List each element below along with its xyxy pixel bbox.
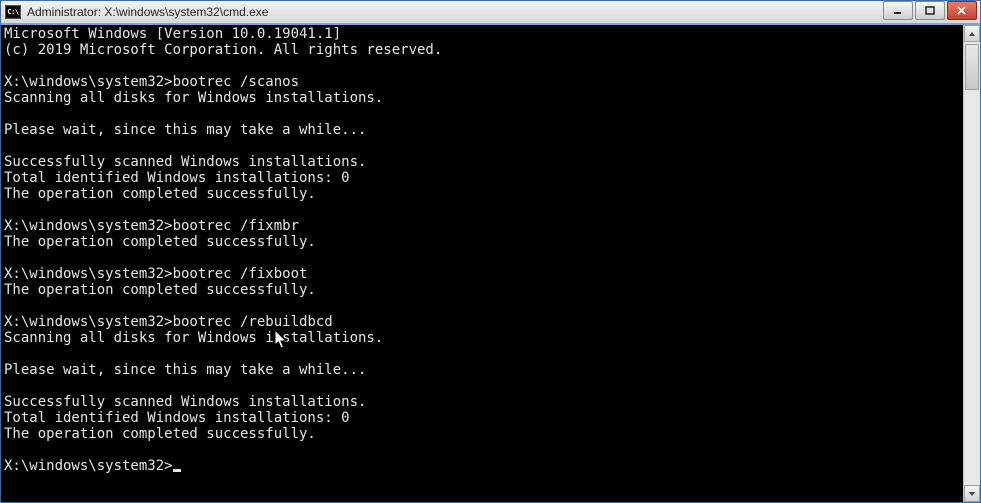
scroll-track[interactable] bbox=[964, 42, 980, 485]
text-cursor bbox=[173, 469, 181, 472]
cmd-3: bootrec /fixboot bbox=[173, 266, 308, 282]
done-3: The operation completed successfully. bbox=[4, 282, 316, 298]
done-1c: The operation completed successfully. bbox=[4, 186, 316, 202]
done-4c: The operation completed successfully. bbox=[4, 426, 316, 442]
console-output[interactable]: Microsoft Windows [Version 10.0.19041.1]… bbox=[1, 25, 963, 502]
scroll-thumb[interactable] bbox=[965, 44, 979, 90]
prompt-3: X:\windows\system32> bbox=[4, 266, 173, 282]
scan-msg-2: Scanning all disks for Windows installat… bbox=[4, 330, 383, 346]
client-area: Microsoft Windows [Version 10.0.19041.1]… bbox=[1, 24, 980, 502]
done-4a: Successfully scanned Windows installatio… bbox=[4, 394, 366, 410]
cmd-4: bootrec /rebuildbcd bbox=[173, 314, 333, 330]
scan-msg-1: Scanning all disks for Windows installat… bbox=[4, 90, 383, 106]
close-button[interactable] bbox=[947, 1, 977, 20]
prompt-5: X:\windows\system32> bbox=[4, 458, 173, 474]
prompt-2: X:\windows\system32> bbox=[4, 218, 173, 234]
wait-msg-1: Please wait, since this may take a while… bbox=[4, 122, 366, 138]
titlebar[interactable]: C:\ Administrator: X:\windows\system32\c… bbox=[1, 1, 980, 24]
banner-line-2: (c) 2019 Microsoft Corporation. All righ… bbox=[4, 42, 442, 58]
window-title: Administrator: X:\windows\system32\cmd.e… bbox=[27, 5, 883, 19]
prompt-4: X:\windows\system32> bbox=[4, 314, 173, 330]
vertical-scrollbar[interactable] bbox=[963, 25, 980, 502]
scroll-down-button[interactable] bbox=[964, 485, 980, 502]
scroll-up-button[interactable] bbox=[964, 25, 980, 42]
minimize-button[interactable] bbox=[883, 1, 913, 20]
done-4b: Total identified Windows installations: … bbox=[4, 410, 350, 426]
maximize-button[interactable] bbox=[915, 1, 945, 20]
cmd-window: C:\ Administrator: X:\windows\system32\c… bbox=[0, 0, 981, 503]
banner-line-1: Microsoft Windows [Version 10.0.19041.1] bbox=[4, 26, 341, 42]
cmd-icon: C:\ bbox=[5, 5, 21, 19]
done-1b: Total identified Windows installations: … bbox=[4, 170, 350, 186]
wait-msg-2: Please wait, since this may take a while… bbox=[4, 362, 366, 378]
done-1a: Successfully scanned Windows installatio… bbox=[4, 154, 366, 170]
cmd-1: bootrec /scanos bbox=[173, 74, 299, 90]
cmd-2: bootrec /fixmbr bbox=[173, 218, 299, 234]
done-2: The operation completed successfully. bbox=[4, 234, 316, 250]
window-buttons bbox=[883, 1, 980, 23]
prompt-1: X:\windows\system32> bbox=[4, 74, 173, 90]
